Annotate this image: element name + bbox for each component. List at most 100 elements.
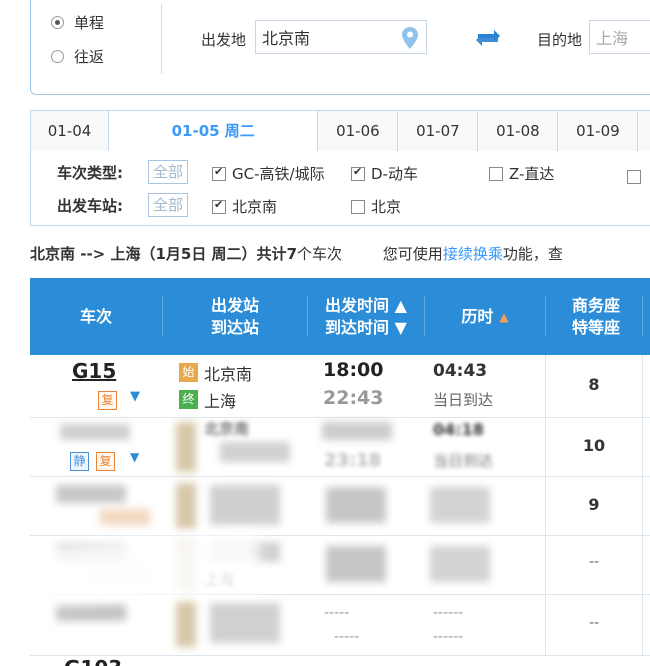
- date-tab-active[interactable]: 01-05 周二: [109, 111, 319, 152]
- to-station: 上海: [204, 392, 237, 411]
- header-duration-sort[interactable]: 历时 ▲: [425, 278, 545, 355]
- station-beijing-label: 北京: [371, 198, 402, 216]
- header-time-sort[interactable]: 出发时间 ▲ 到达时间 ▼: [308, 278, 424, 355]
- result-summary: 北京南 --> 上海（1月5日 周二）共计7个车次 您可使用接续换乘功能，查: [30, 243, 563, 264]
- date-tab-partial[interactable]: [638, 111, 650, 151]
- search-panel: 单程 往返 出发地 北京南 目的地 上海: [30, 0, 650, 95]
- table-row[interactable]: 9: [30, 477, 650, 536]
- blurred-times: [326, 487, 386, 523]
- column-divider: [545, 355, 546, 655]
- origin-input[interactable]: 北京南: [255, 20, 427, 54]
- hint-text: 您可使用: [382, 245, 443, 263]
- train-number-link[interactable]: G103: [64, 656, 122, 666]
- destination-label: 目的地: [537, 31, 583, 49]
- one-way-label: 单程: [74, 14, 105, 32]
- quiet-tag: 静: [70, 452, 89, 471]
- duration: ------: [433, 605, 464, 621]
- date-tabs: 01-04 01-05 周二 01-06 01-07 01-08 01-09: [30, 110, 650, 152]
- route-text: 北京南 --> 上海（1月5日 周二）共计: [30, 245, 287, 263]
- origin-value: 北京南: [262, 29, 311, 48]
- repeat-tag: 复: [96, 452, 115, 471]
- departure-station-label: 出发车站:: [57, 197, 123, 215]
- business-seat-count[interactable]: 8: [546, 375, 642, 394]
- blurred-depart-time: [322, 422, 392, 440]
- arrival-day: 当日到达: [433, 391, 494, 409]
- blurred-station-tags: [176, 422, 196, 472]
- depart-time: 18:00: [323, 359, 384, 381]
- type-all-button[interactable]: 全部: [148, 160, 189, 184]
- table-header: 车次 出发站 到达站 出发时间 ▲ 到达时间 ▼ 历时 ▲ 商务座 特等座: [30, 278, 650, 355]
- end-station-tag: 终: [179, 390, 198, 409]
- one-way-option[interactable]: 单程: [51, 12, 104, 33]
- checkbox-icon[interactable]: [351, 199, 365, 214]
- filter-gc[interactable]: GC-高铁/城际: [212, 163, 325, 184]
- transfer-link[interactable]: 接续换乘: [443, 245, 503, 263]
- hint-suffix: 功能，查: [502, 245, 563, 263]
- destination-input[interactable]: 上海: [589, 20, 650, 54]
- filter-panel: 车次类型: 全部 GC-高铁/城际 D-动车 Z-直达 出发车站: 全部 北京南…: [30, 151, 650, 226]
- arrival-day: 当日到达: [433, 452, 494, 470]
- arrive-time: 22:43: [323, 387, 384, 409]
- business-seat-count[interactable]: 9: [546, 495, 642, 514]
- checkbox-checked-icon[interactable]: [351, 165, 365, 181]
- origin-label: 出发地: [201, 31, 247, 49]
- train-number-link[interactable]: G15: [72, 359, 116, 383]
- table-row-partial: G103: [30, 656, 650, 666]
- station-all-button[interactable]: 全部: [148, 193, 189, 217]
- radio-icon[interactable]: [51, 50, 64, 63]
- blurred-duration: [430, 487, 490, 523]
- business-seat-count[interactable]: 10: [546, 436, 642, 455]
- blurred-times: [326, 546, 386, 582]
- blurred-stations: [210, 485, 280, 525]
- header-business-seat: 商务座 特等座: [571, 295, 620, 337]
- train-count: 7: [286, 245, 297, 263]
- filter-d[interactable]: D-动车: [351, 163, 418, 184]
- date-tab[interactable]: 01-07: [398, 111, 479, 151]
- arrive-time: -----: [334, 629, 360, 645]
- depart-time: -----: [324, 605, 350, 621]
- checkbox-checked-icon[interactable]: [212, 165, 226, 181]
- from-station: 北京南: [204, 365, 253, 384]
- count-suffix: 个车次: [297, 245, 343, 263]
- expand-arrow-icon[interactable]: ▼: [130, 450, 139, 464]
- sort-up-icon: ▲: [499, 309, 509, 324]
- panel-divider: [161, 4, 162, 74]
- blurred-station-name: [220, 442, 290, 462]
- swap-icon[interactable]: [475, 26, 501, 50]
- checkbox-icon[interactable]: [627, 169, 641, 184]
- table-row[interactable]: G15 复 ▼ 始 北京南 终 上海 18:00 22:43 04:43 当日到…: [30, 355, 650, 418]
- table-row[interactable]: 静 复 ▼ 北京南 23:18 04:18 当日到达 10: [30, 418, 650, 477]
- date-tab[interactable]: 01-08: [478, 111, 559, 151]
- radio-selected-icon[interactable]: [51, 16, 64, 29]
- station-beijing[interactable]: 北京: [351, 196, 401, 217]
- round-trip-label: 往返: [74, 48, 105, 66]
- destination-placeholder: 上海: [596, 29, 629, 48]
- station-beijingnan[interactable]: 北京南: [212, 196, 277, 217]
- business-seat-count[interactable]: --: [546, 615, 642, 631]
- blurred-station-tags: [176, 601, 196, 647]
- repeat-tag: 复: [98, 391, 117, 410]
- location-pin-icon[interactable]: [402, 27, 418, 49]
- blurred-train-number: [56, 603, 126, 621]
- round-trip-option[interactable]: 往返: [51, 46, 104, 67]
- date-tab[interactable]: 01-09: [558, 111, 639, 151]
- filter-z[interactable]: Z-直达: [489, 163, 554, 184]
- start-station-tag: 始: [179, 363, 198, 382]
- arrive-time: 23:18: [324, 450, 382, 471]
- arrival-day: ------: [433, 629, 464, 645]
- expand-arrow-icon[interactable]: ▼: [130, 389, 140, 404]
- blurred-duration: [430, 546, 490, 582]
- date-tab[interactable]: 01-04: [31, 111, 110, 151]
- date-tab[interactable]: 01-06: [318, 111, 399, 151]
- business-seat-count[interactable]: --: [546, 554, 642, 570]
- station-beijingnan-label: 北京南: [232, 198, 278, 216]
- table-row[interactable]: ----- ----- ------ ------ --: [30, 595, 650, 656]
- checkbox-checked-icon[interactable]: [212, 198, 226, 214]
- filter-d-label: D-动车: [371, 165, 418, 183]
- checkbox-icon[interactable]: [489, 166, 503, 181]
- header-train: 车次: [79, 306, 112, 326]
- blurred-tags: [100, 509, 150, 525]
- filter-z-label: Z-直达: [509, 165, 555, 183]
- blurred-station-tags: [176, 483, 196, 529]
- train-type-label: 车次类型:: [57, 164, 123, 182]
